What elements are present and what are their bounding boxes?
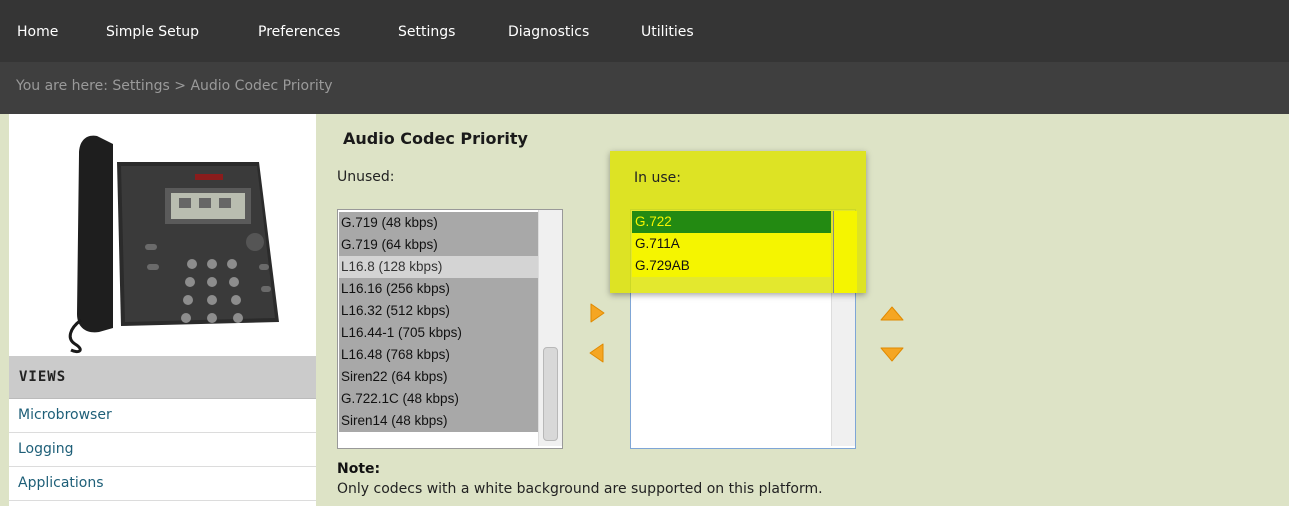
list-item[interactable]: L16.8 (128 kbps) <box>339 256 538 278</box>
list-item[interactable]: L16.48 (768 kbps) <box>339 344 538 366</box>
sidebar: VIEWS Microbrowser Logging Applications <box>9 114 316 506</box>
phone-image-panel <box>9 114 316 356</box>
move-down-arrow-icon[interactable] <box>878 344 906 366</box>
move-left-arrow-icon[interactable] <box>586 342 608 364</box>
sidebar-item-microbrowser[interactable]: Microbrowser <box>9 399 316 433</box>
inuse-highlight-panel: In use: G.722 G.711A G.729AB <box>610 151 866 293</box>
unused-list-scrollbar[interactable] <box>538 210 562 446</box>
sidebar-item-label: Applications <box>18 475 104 491</box>
sidebar-item-logging[interactable]: Logging <box>9 433 316 467</box>
unused-label: Unused: <box>337 169 395 185</box>
unused-list-scroll-thumb[interactable] <box>543 347 558 441</box>
nav-diagnostics[interactable]: Diagnostics <box>508 24 589 40</box>
views-header: VIEWS <box>9 356 316 399</box>
sidebar-item-applications[interactable]: Applications <box>9 467 316 501</box>
page-title: Audio Codec Priority <box>343 129 528 148</box>
list-item[interactable]: L16.32 (512 kbps) <box>339 300 538 322</box>
list-item[interactable]: G.711A <box>632 233 831 255</box>
list-item[interactable]: G.722 <box>632 211 831 233</box>
nav-settings[interactable]: Settings <box>398 24 455 40</box>
list-item[interactable]: G.729AB <box>632 255 831 277</box>
sidebar-item-label: Logging <box>18 441 74 457</box>
unused-codec-list[interactable]: G.719 (48 kbps) G.719 (64 kbps) L16.8 (1… <box>337 209 563 449</box>
desk-phone-image <box>68 135 279 354</box>
move-right-arrow-icon[interactable] <box>586 302 608 324</box>
inuse-list-scrollbar-highlighted <box>833 211 857 293</box>
list-item[interactable]: Siren22 (64 kbps) <box>339 366 538 388</box>
views-header-label: VIEWS <box>19 369 67 385</box>
main-content: Audio Codec Priority Unused: G.719 (48 k… <box>320 114 1289 506</box>
note-title: Note: <box>337 461 381 477</box>
list-item[interactable]: Siren14 (48 kbps) <box>339 410 538 432</box>
move-up-arrow-icon[interactable] <box>878 302 906 324</box>
top-nav: Home Simple Setup Preferences Settings D… <box>0 0 1289 62</box>
nav-utilities[interactable]: Utilities <box>641 24 694 40</box>
list-item[interactable]: G.722.1C (48 kbps) <box>339 388 538 410</box>
sidebar-item-label: Microbrowser <box>18 407 112 423</box>
list-item[interactable]: G.719 (64 kbps) <box>339 234 538 256</box>
nav-simple-setup[interactable]: Simple Setup <box>106 24 199 40</box>
breadcrumb-bar: You are here: Settings > Audio Codec Pri… <box>0 62 1289 114</box>
list-item[interactable]: L16.44-1 (705 kbps) <box>339 322 538 344</box>
list-item[interactable]: L16.16 (256 kbps) <box>339 278 538 300</box>
note-text: Only codecs with a white background are … <box>337 481 823 497</box>
nav-home[interactable]: Home <box>17 24 58 40</box>
breadcrumb: You are here: Settings > Audio Codec Pri… <box>16 78 333 94</box>
nav-preferences[interactable]: Preferences <box>258 24 340 40</box>
list-item[interactable]: G.719 (48 kbps) <box>339 212 538 234</box>
inuse-label: In use: <box>634 170 681 186</box>
